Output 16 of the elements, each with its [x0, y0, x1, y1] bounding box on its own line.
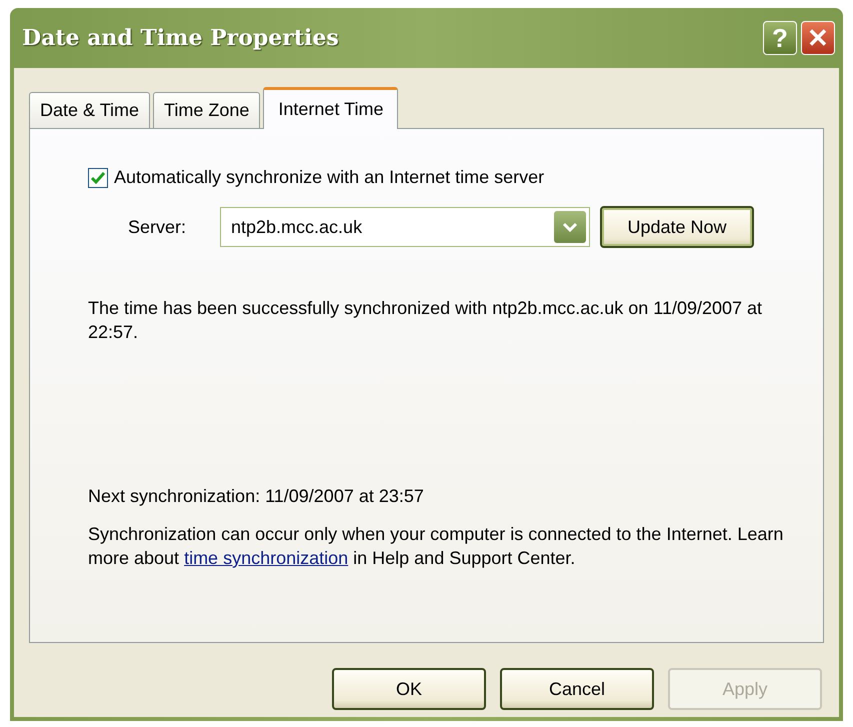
tab[interactable]: Date & Time	[29, 92, 150, 128]
server-dropdown[interactable]: ntp2b.mcc.ac.uk	[220, 207, 590, 247]
checkbox[interactable]	[88, 168, 108, 188]
checkbox-label: Automatically synchronize with an Internet time server	[114, 167, 544, 188]
field-label: Server:	[128, 216, 188, 238]
info-paragraph: Synchronization can occur only when your computer is connected to the Internet. Learn more about time synchronization in Help and Support Center.	[88, 523, 784, 570]
status-message: The time has been successfully synchronized with ntp2b.mcc.ac.uk on 11/09/2007 at 22:57.	[88, 297, 764, 344]
update-now-button[interactable]: Update Now	[600, 206, 754, 248]
dialog-button[interactable]: OK	[332, 668, 486, 710]
dialog-button[interactable]: Cancel	[500, 668, 654, 710]
help-link[interactable]: time synchronization	[184, 548, 348, 568]
close-button[interactable]: ✕	[801, 21, 835, 55]
tab[interactable]: Time Zone	[153, 92, 260, 128]
next-sync-text: Next synchronization: 11/09/2007 at 23:57	[88, 485, 425, 508]
tab[interactable]: Internet Time	[263, 87, 398, 129]
window-title: Date and Time Properties	[22, 25, 340, 51]
